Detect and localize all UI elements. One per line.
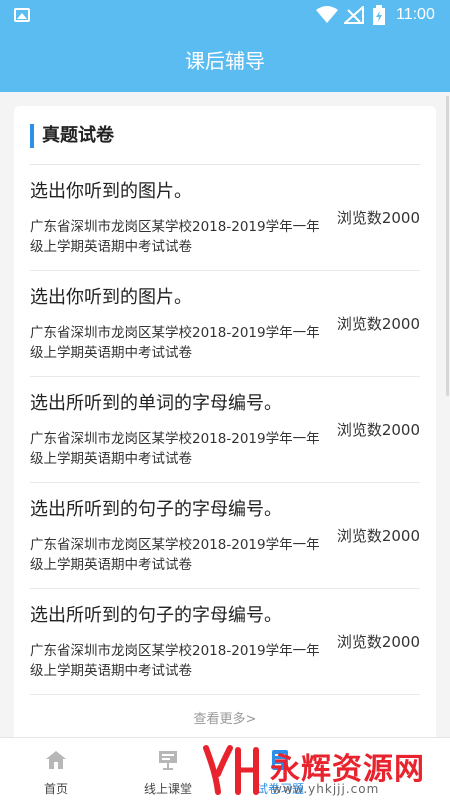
image-notification-icon (14, 8, 30, 22)
clock: 11:00 (396, 6, 435, 23)
scrollbar[interactable] (446, 96, 449, 396)
signal-icon (344, 6, 364, 24)
classroom-icon (159, 751, 177, 770)
question-text: 选出所听到的单词的字母编号。 (30, 393, 282, 414)
view-count: 浏览数2000 (336, 315, 420, 333)
battery-icon (373, 5, 385, 25)
source-text: 广东省深圳市龙岗区某学校2018-2019学年一年级上学期英语期中考试试卷 (30, 219, 320, 255)
view-more-link[interactable]: 查看更多> (14, 708, 436, 727)
page-title: 课后辅导 (185, 49, 265, 73)
status-bar: 11:00 (0, 0, 450, 30)
list-item[interactable]: 选出所听到的句子的字母编号。 广东省深圳市龙岗区某学校2018-2019学年一年… (30, 483, 420, 589)
tab-label: 首页 (43, 782, 68, 796)
source-text: 广东省深圳市龙岗区某学校2018-2019学年一年级上学期英语期中考试试卷 (30, 325, 320, 361)
question-text: 选出你听到的图片。 (30, 181, 192, 202)
list-item[interactable]: 选出你听到的图片。 广东省深圳市龙岗区某学校2018-2019学年一年级上学期英… (30, 165, 420, 271)
section-accent-bar (30, 124, 34, 148)
section-title: 真题试卷 (42, 125, 114, 146)
view-count: 浏览数2000 (336, 633, 420, 651)
list-item[interactable]: 选出所听到的句子的字母编号。 广东省深圳市龙岗区某学校2018-2019学年一年… (30, 589, 420, 695)
list-item[interactable]: 选出你听到的图片。 广东省深圳市龙岗区某学校2018-2019学年一年级上学期英… (30, 271, 420, 377)
tab-home[interactable]: 首页 (0, 738, 112, 800)
list-item[interactable]: 选出所听到的单词的字母编号。 广东省深圳市龙岗区某学校2018-2019学年一年… (30, 377, 420, 483)
watermark: 永辉资源网 www.yhkjjj.com (196, 740, 450, 800)
question-text: 选出所听到的句子的字母编号。 (30, 605, 282, 626)
app-bar: 课后辅导 (0, 30, 450, 92)
question-text: 选出所听到的句子的字母编号。 (30, 499, 282, 520)
exam-papers-card: 真题试卷 选出你听到的图片。 广东省深圳市龙岗区某学校2018-2019学年一年… (14, 106, 436, 746)
home-icon (46, 751, 66, 769)
view-count: 浏览数2000 (336, 421, 420, 439)
source-text: 广东省深圳市龙岗区某学校2018-2019学年一年级上学期英语期中考试试卷 (30, 643, 320, 679)
watermark-url: www.yhkjjj.com (272, 782, 380, 796)
view-count: 浏览数2000 (336, 209, 420, 227)
source-text: 广东省深圳市龙岗区某学校2018-2019学年一年级上学期英语期中考试试卷 (30, 431, 320, 467)
watermark-logo (203, 745, 259, 795)
source-text: 广东省深圳市龙岗区某学校2018-2019学年一年级上学期英语期中考试试卷 (30, 537, 320, 573)
wifi-icon (316, 6, 338, 23)
question-text: 选出你听到的图片。 (30, 287, 192, 308)
view-count: 浏览数2000 (336, 527, 420, 545)
